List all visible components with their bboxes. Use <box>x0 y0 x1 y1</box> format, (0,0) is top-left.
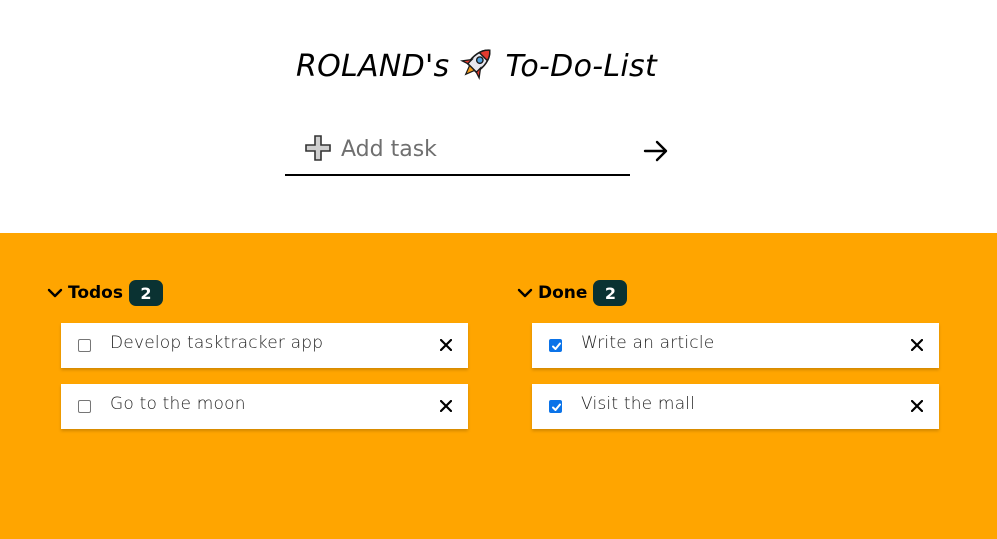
todo-item-label: Go to the moon <box>110 394 246 414</box>
header-area: ROLAND's To-Do-List <box>0 0 997 233</box>
done-checkbox[interactable] <box>549 400 562 413</box>
add-task-form <box>285 128 630 176</box>
page-title: ROLAND's To-Do-List <box>0 44 953 84</box>
done-item-label: Visit the mall <box>581 394 696 414</box>
done-section-header[interactable]: Done 2 <box>516 278 628 308</box>
add-task-input[interactable] <box>341 131 621 167</box>
done-item-label: Write an article <box>581 333 715 353</box>
close-icon[interactable] <box>440 400 452 412</box>
todo-item: Go to the moon <box>61 384 468 429</box>
todo-item-label: Develop tasktracker app <box>110 333 324 353</box>
arrow-right-icon[interactable] <box>642 137 670 165</box>
chevron-down-icon[interactable] <box>46 284 64 302</box>
done-checkbox[interactable] <box>549 339 562 352</box>
done-item: Visit the mall <box>532 384 939 429</box>
done-count-badge: 2 <box>593 280 628 306</box>
task-board: Todos 2 Develop tasktracker app Go to th… <box>0 233 997 539</box>
title-owner: ROLAND's <box>295 49 450 84</box>
close-icon[interactable] <box>911 339 923 351</box>
todos-count-badge: 2 <box>128 280 163 306</box>
rocket-icon <box>455 44 499 82</box>
todos-section-header[interactable]: Todos 2 <box>46 278 163 308</box>
done-section-title: Done <box>538 283 588 303</box>
todo-item: Develop tasktracker app <box>61 323 468 368</box>
chevron-down-icon[interactable] <box>516 284 534 302</box>
todos-section-title: Todos <box>68 283 123 303</box>
done-item: Write an article <box>532 323 939 368</box>
title-app-name: To-Do-List <box>505 49 658 84</box>
close-icon[interactable] <box>911 400 923 412</box>
todo-checkbox[interactable] <box>78 400 91 413</box>
todo-checkbox[interactable] <box>78 339 91 352</box>
plus-icon <box>305 135 331 161</box>
close-icon[interactable] <box>440 339 452 351</box>
